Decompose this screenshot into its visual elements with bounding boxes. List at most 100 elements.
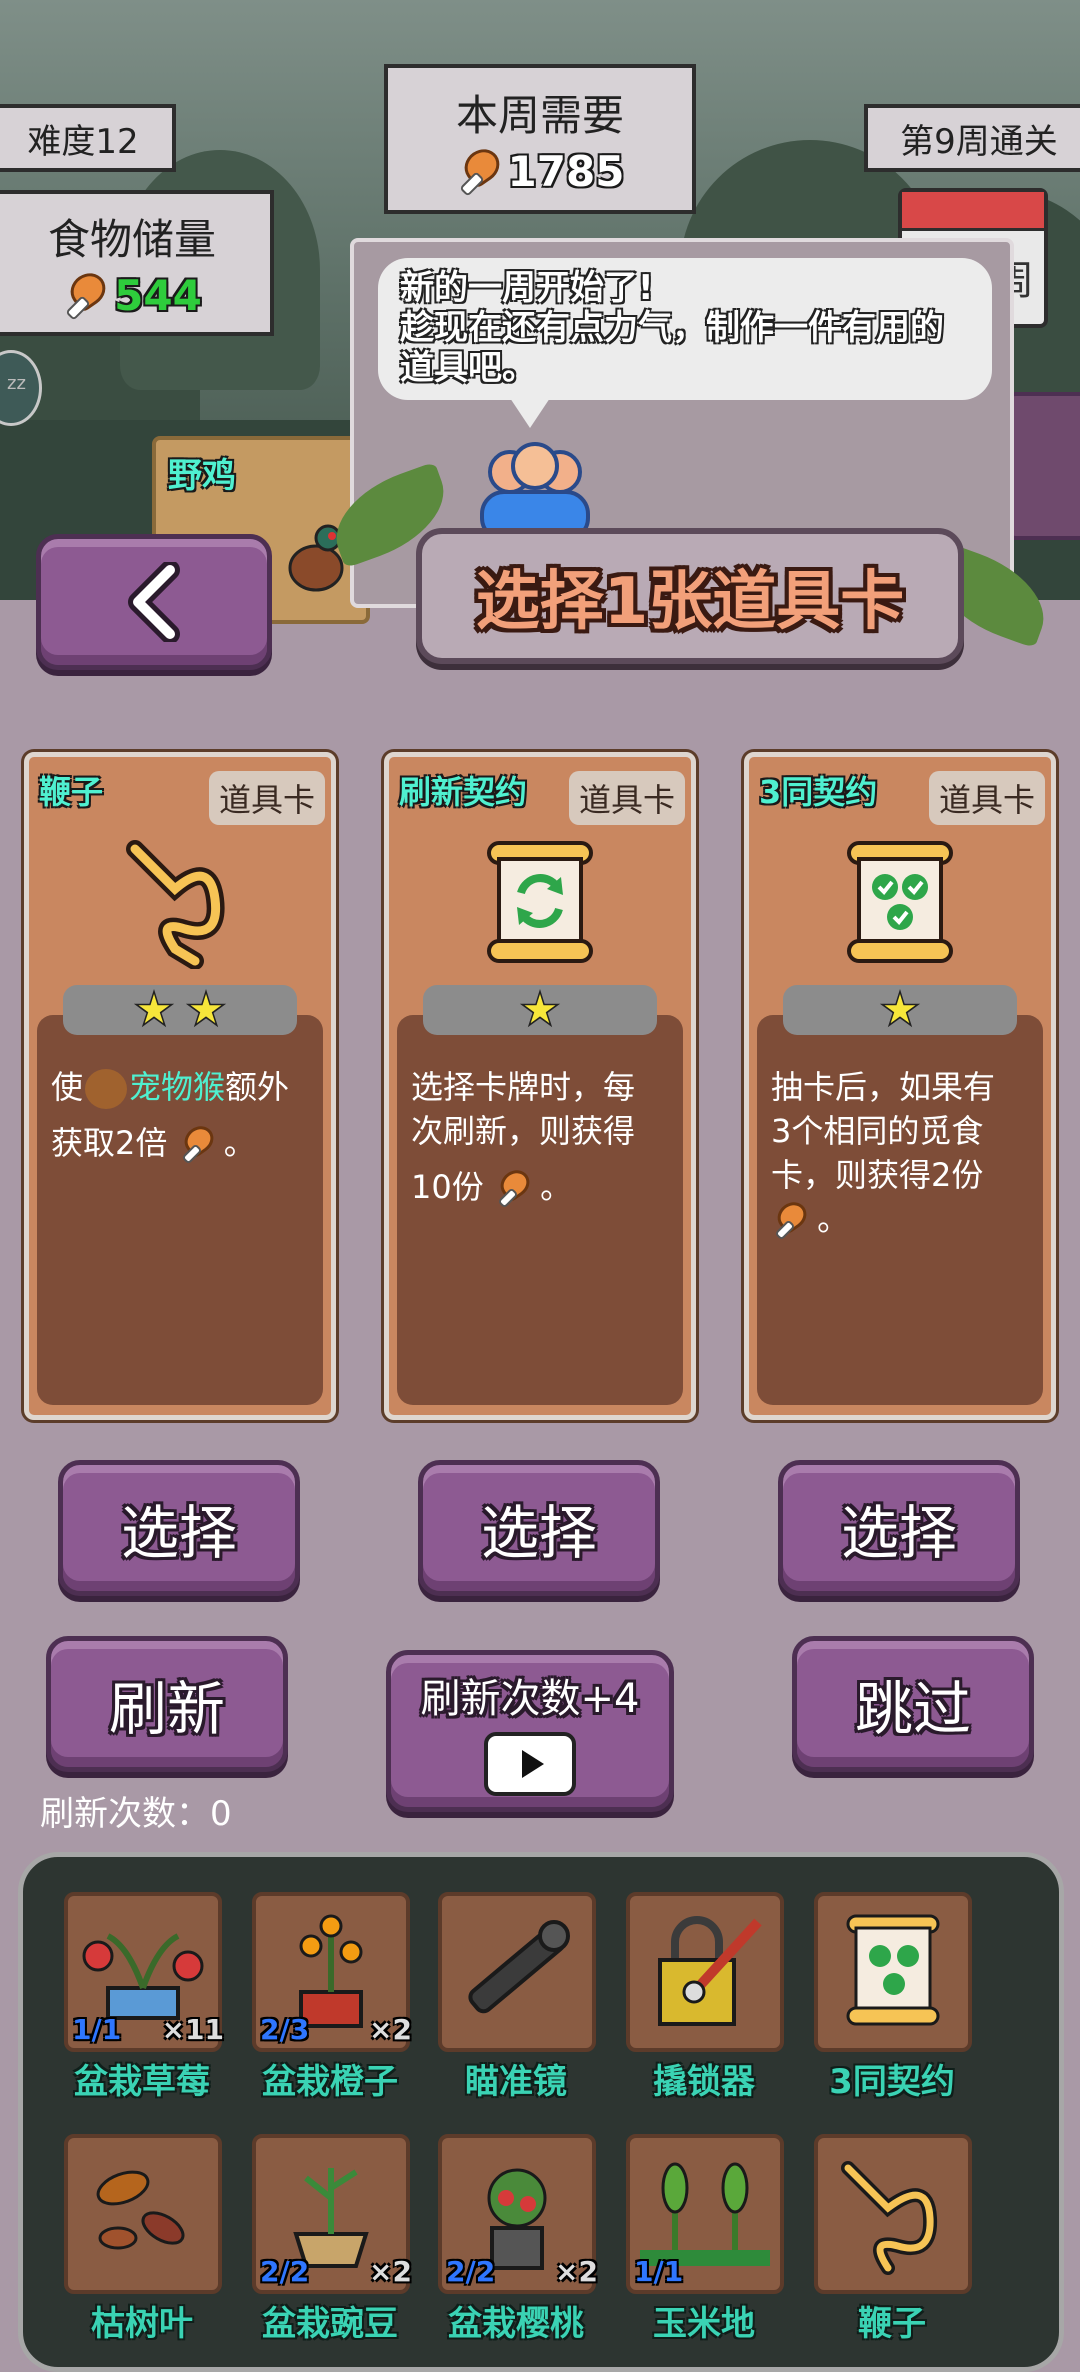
inventory-label: 玉米地: [653, 2304, 755, 2344]
inventory-label: 鞭子: [858, 2304, 926, 2344]
skip-button[interactable]: 跳过: [792, 1636, 1034, 1772]
inventory-slot[interactable]: 1/1 ×11: [64, 1892, 224, 2052]
week-clear-label: 第9周通关: [900, 121, 1058, 162]
inventory-label: 盆栽樱桃: [448, 2304, 584, 2344]
refresh-button[interactable]: 刷新: [46, 1636, 288, 1772]
pet-monkey-link: 宠物猴: [129, 1068, 226, 1106]
button-label: 刷新: [108, 1675, 225, 1743]
dialog-line-3: 道具吧。: [400, 348, 536, 388]
item-card-whip[interactable]: 鞭子 道具卡 使 宠物猴额外 获取2倍 。: [24, 752, 336, 1420]
inventory-label: 3同契约: [829, 2062, 955, 2102]
refresh-count: 刷新次数：0: [40, 1786, 232, 1835]
card-description: 抽卡后，如果有 3个相同的觅食 卡，则获得2份 。: [757, 1015, 1043, 1405]
dialog-line-2: 趁现在还有点力气，制作一件有用的: [400, 308, 944, 348]
star-rating: [63, 985, 297, 1035]
card-name: 3同契约: [759, 773, 878, 811]
item-level: 2/2: [446, 2255, 496, 2288]
star-rating: [783, 985, 1017, 1035]
select-card-2-button[interactable]: 选择: [418, 1460, 660, 1596]
week-clear-badge: 第9周通关: [864, 104, 1080, 172]
button-label: 选择: [120, 1499, 237, 1567]
triple-contract-icon: [847, 841, 953, 963]
card-type: 道具卡: [928, 771, 1045, 825]
desc-text: 额外: [225, 1068, 290, 1106]
whip-icon: [126, 840, 225, 969]
back-button[interactable]: [36, 534, 272, 670]
villagers-icon: [480, 442, 590, 540]
star-icon: [519, 989, 561, 1028]
item-card-refresh-contract[interactable]: 刷新契约 道具卡 选择卡牌时，每 次刷新，则获得 10份 。: [384, 752, 696, 1420]
item-count: ×11: [161, 2013, 224, 2046]
refresh-count-value: 0: [210, 1794, 232, 1834]
lockpick-icon: [658, 1916, 762, 2026]
item-level: 2/2: [260, 2255, 310, 2288]
inventory-label: 盆栽豌豆: [262, 2304, 398, 2344]
desc-text: 。: [223, 1124, 256, 1162]
item-level: 2/3: [260, 2013, 310, 2046]
inventory-slot[interactable]: 1/1: [626, 2134, 784, 2294]
item-level: 1/1: [72, 2013, 122, 2046]
desc-text: 获取2倍: [51, 1124, 168, 1162]
button-label: 选择: [480, 1499, 597, 1567]
video-ad-icon: [484, 1732, 576, 1796]
star-icon: [133, 989, 175, 1028]
desc-text: 3个相同的觅食: [771, 1112, 984, 1150]
inventory-slot[interactable]: [814, 2134, 972, 2294]
item-card-triple-contract[interactable]: 3同契约 道具卡 抽卡后，如果有 3个相同的觅食 卡，则获得2份 。: [744, 752, 1056, 1420]
drumstick-icon: [771, 1196, 812, 1241]
refresh-contract-icon: [487, 841, 593, 963]
inventory-slot[interactable]: [438, 1892, 596, 2052]
button-label: 跳过: [854, 1675, 971, 1743]
select-card-header: 选择1张道具卡: [416, 528, 964, 664]
pheasant-label: 野鸡: [168, 456, 236, 496]
desc-text: 。: [817, 1200, 850, 1238]
select-card-1-button[interactable]: 选择: [58, 1460, 300, 1596]
drumstick-icon: [456, 142, 506, 197]
inventory-slot[interactable]: [814, 1892, 972, 2052]
monkey-icon: [85, 1069, 128, 1109]
select-card-3-button[interactable]: 选择: [778, 1460, 1020, 1596]
desc-text: 使: [51, 1068, 84, 1106]
inventory-label: 盆栽橙子: [262, 2062, 398, 2102]
inventory-slot[interactable]: 2/2 ×2: [438, 2134, 598, 2294]
star-rating: [423, 985, 657, 1035]
inventory-slot[interactable]: 2/2 ×2: [252, 2134, 412, 2294]
refresh-plus-ad-button[interactable]: 刷新次数+4: [386, 1650, 674, 1812]
button-label: 选择: [840, 1499, 957, 1567]
food-storage-value: 544: [114, 271, 202, 320]
desc-text: 次刷新，则获得: [411, 1112, 636, 1150]
inventory-slot[interactable]: [626, 1892, 784, 2052]
item-count: ×2: [369, 2013, 412, 2046]
desc-text: 抽卡后，如果有: [771, 1068, 996, 1106]
drumstick-icon: [178, 1120, 219, 1165]
card-type: 道具卡: [208, 771, 325, 825]
desc-text: 卡，则获得2份: [771, 1156, 984, 1194]
dry-leaves-icon: [96, 2170, 185, 2250]
inventory-label: 盆栽草莓: [74, 2062, 210, 2102]
card-type: 道具卡: [568, 771, 685, 825]
card-description: 使 宠物猴额外 获取2倍 。: [37, 1015, 323, 1405]
inventory-label: 撬锁器: [653, 2062, 755, 2102]
item-level: 1/1: [634, 2255, 684, 2288]
contract-icon: [846, 1914, 940, 2026]
button-label: 刷新次数+4: [420, 1676, 640, 1722]
weekly-need-value: 1785: [507, 147, 625, 196]
refresh-count-label: 刷新次数：: [40, 1794, 210, 1834]
food-storage-title: 食物储量: [47, 215, 216, 264]
desc-text: 10份: [411, 1168, 484, 1206]
card-name: 鞭子: [39, 773, 104, 811]
inventory-label: 枯树叶: [91, 2304, 193, 2344]
card-description: 选择卡牌时，每 次刷新，则获得 10份 。: [397, 1015, 683, 1405]
inventory-slot[interactable]: [64, 2134, 222, 2294]
speech-bubble-tail: [510, 398, 550, 428]
item-count: ×2: [555, 2255, 598, 2288]
inventory-slot[interactable]: 2/3 ×2: [252, 1892, 412, 2052]
star-icon: [185, 989, 227, 1028]
scope-icon: [468, 1920, 570, 2014]
inventory-label: 瞄准镜: [465, 2062, 567, 2102]
star-icon: [879, 989, 921, 1028]
desc-text: 选择卡牌时，每: [411, 1068, 636, 1106]
food-storage-panel: 食物储量 544: [0, 190, 274, 336]
weekly-need-title: 本周需要: [455, 91, 624, 140]
speech-bubble: 新的一周开始了! 趁现在还有点力气，制作一件有用的 道具吧。: [378, 258, 992, 400]
